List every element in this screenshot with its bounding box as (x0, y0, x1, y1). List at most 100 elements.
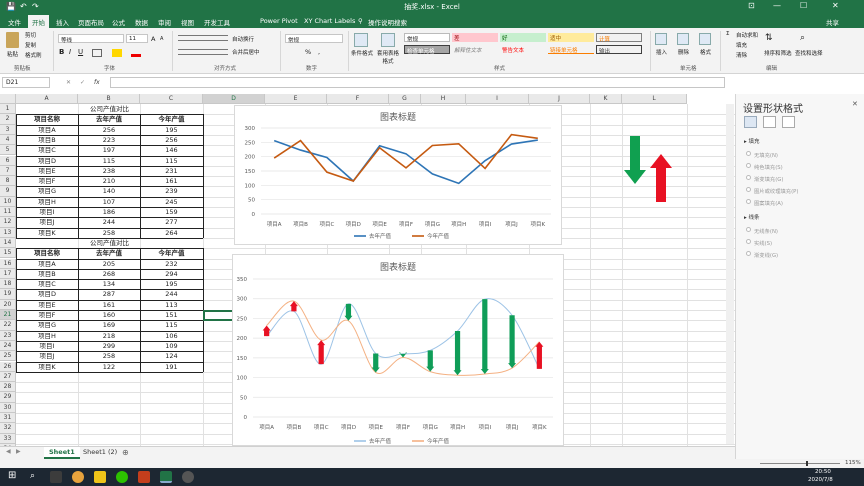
table-cell[interactable]: 项目D (16, 289, 78, 299)
row-header[interactable]: 25 (0, 351, 16, 362)
delete-cells-icon[interactable] (677, 33, 689, 45)
column-header[interactable]: G (389, 94, 421, 104)
column-header[interactable]: B (78, 94, 140, 104)
tab-data[interactable]: 数据 (135, 17, 148, 27)
row-header[interactable]: 27 (0, 371, 16, 383)
column-header[interactable]: K (590, 94, 622, 104)
sort-filter-button[interactable]: 排序和筛选 (764, 49, 792, 57)
format-cells-icon[interactable] (699, 33, 711, 45)
grow-font-button[interactable]: A (151, 35, 155, 43)
table-cell[interactable]: 264 (140, 228, 203, 238)
row-header[interactable]: 12 (0, 217, 16, 228)
effects-icon[interactable] (763, 116, 776, 128)
table-cell[interactable]: 今年产值 (140, 114, 203, 124)
column-header[interactable]: D (203, 94, 265, 104)
row-header[interactable]: 23 (0, 330, 16, 341)
table-cell[interactable]: 134 (78, 279, 140, 289)
up-arrow-marker[interactable] (535, 341, 544, 369)
row-header[interactable]: 33 (0, 433, 16, 444)
no-fill-option[interactable]: 无填充(N) (754, 151, 778, 159)
style-output[interactable]: 输出 (596, 45, 642, 55)
format-cells-button[interactable]: 格式 (700, 48, 711, 56)
table-cell[interactable]: 218 (78, 331, 140, 341)
table-cell[interactable]: 151 (140, 310, 203, 320)
size-properties-icon[interactable] (782, 116, 795, 128)
tab-review[interactable]: 审阅 (158, 17, 171, 27)
conditional-format-icon[interactable] (354, 33, 368, 47)
table-cell[interactable]: 113 (140, 300, 203, 310)
prev-sheet-icon[interactable]: ◀ (6, 448, 11, 455)
delete-cells-button[interactable]: 删除 (678, 48, 689, 56)
task-view-icon[interactable] (50, 471, 62, 483)
table-cell[interactable]: 191 (140, 362, 203, 372)
legend-label[interactable]: 今年产值 (427, 232, 450, 240)
row-header[interactable]: 31 (0, 413, 16, 424)
table-cell[interactable]: 项目A (16, 125, 78, 135)
big-up-arrow[interactable] (650, 154, 672, 202)
number-format-select[interactable]: 常规 (285, 34, 343, 44)
next-sheet-icon[interactable]: ▶ (16, 448, 21, 455)
table-cell[interactable]: 294 (140, 269, 203, 279)
shrink-font-button[interactable]: A (160, 36, 163, 42)
row-header[interactable]: 19 (0, 289, 16, 300)
table-cell[interactable]: 160 (78, 310, 140, 320)
row-header[interactable]: 1 (0, 104, 16, 115)
chart-1[interactable]: 图表标题 0 50 100 150 200 250 300 项目A 项目B 项目C 项目D 项目E 项目F… (234, 105, 562, 245)
style-neutral[interactable]: 适中 (548, 33, 594, 42)
row-header[interactable]: 26 (0, 361, 16, 372)
tab-file[interactable]: 文件 (8, 17, 21, 27)
table-cell[interactable]: 去年产值 (78, 114, 140, 124)
table-cell[interactable]: 146 (140, 145, 203, 155)
ribbon-options-icon[interactable]: ⊡ (748, 1, 755, 10)
format-painter-button[interactable]: 格式刷 (25, 51, 42, 59)
bold-button[interactable]: B (59, 48, 64, 56)
zoom-slider-thumb[interactable] (806, 461, 808, 466)
radio-no-fill[interactable] (746, 151, 751, 156)
search-icon[interactable]: ⚲ (358, 17, 363, 25)
table-cell[interactable]: 115 (140, 156, 203, 166)
formula-input[interactable] (110, 77, 725, 88)
fill-line-icon[interactable] (744, 116, 757, 128)
tab-developer[interactable]: 开发工具 (204, 17, 230, 27)
table-cell[interactable]: 195 (140, 279, 203, 289)
radio-gradient-fill[interactable] (746, 175, 751, 180)
align-left-icon[interactable] (178, 49, 228, 55)
table-cell[interactable]: 项目E (16, 300, 78, 310)
percent-button[interactable]: % (305, 48, 311, 56)
paste-icon[interactable] (6, 32, 19, 48)
row-header[interactable]: 2 (0, 114, 16, 125)
chart-2[interactable]: 图表标题 0 50 100 150 200 250 300 350 项目A 项目B 项目C 项目D 项目E… (232, 254, 564, 446)
row-header[interactable]: 32 (0, 423, 16, 434)
wrap-text-button[interactable]: 自动换行 (232, 35, 254, 43)
row-header[interactable]: 5 (0, 145, 16, 156)
row-header[interactable]: 18 (0, 279, 16, 290)
row-header[interactable]: 22 (0, 320, 16, 331)
column-header[interactable]: I (466, 94, 529, 104)
column-header[interactable]: E (265, 94, 327, 104)
up-arrow-marker[interactable] (317, 340, 326, 365)
row-header[interactable]: 8 (0, 176, 16, 187)
row-header[interactable]: 9 (0, 186, 16, 197)
windows-start-icon[interactable]: ⊞ (8, 470, 16, 481)
down-arrow-marker[interactable] (480, 299, 489, 375)
align-top-icon[interactable] (178, 35, 228, 41)
down-arrow-marker[interactable] (508, 315, 517, 369)
table-cell[interactable]: 169 (78, 320, 140, 330)
table-cell[interactable]: 258 (78, 228, 140, 238)
table-cell[interactable]: 项目名称 (16, 248, 78, 258)
tell-me-search[interactable]: 操作说明搜索 (368, 17, 407, 27)
table-cell[interactable]: 项目名称 (16, 114, 78, 124)
recorder-icon[interactable] (182, 471, 194, 483)
table-cell[interactable]: 项目K (16, 362, 78, 372)
column-header[interactable]: A (16, 94, 78, 104)
series-line-2[interactable] (273, 133, 538, 182)
table-cell[interactable]: 124 (140, 351, 203, 361)
table-cell[interactable]: 161 (78, 300, 140, 310)
pattern-fill-option[interactable]: 图案填充(A) (754, 199, 783, 207)
table-cell[interactable]: 210 (78, 176, 140, 186)
row-header[interactable]: 28 (0, 382, 16, 393)
format-as-table-button[interactable]: 套用表格格式 (376, 49, 400, 65)
table-cell[interactable]: 项目G (16, 320, 78, 330)
down-arrow-marker[interactable] (426, 350, 435, 372)
line-section-header[interactable]: ▸ 线条 (744, 213, 760, 221)
